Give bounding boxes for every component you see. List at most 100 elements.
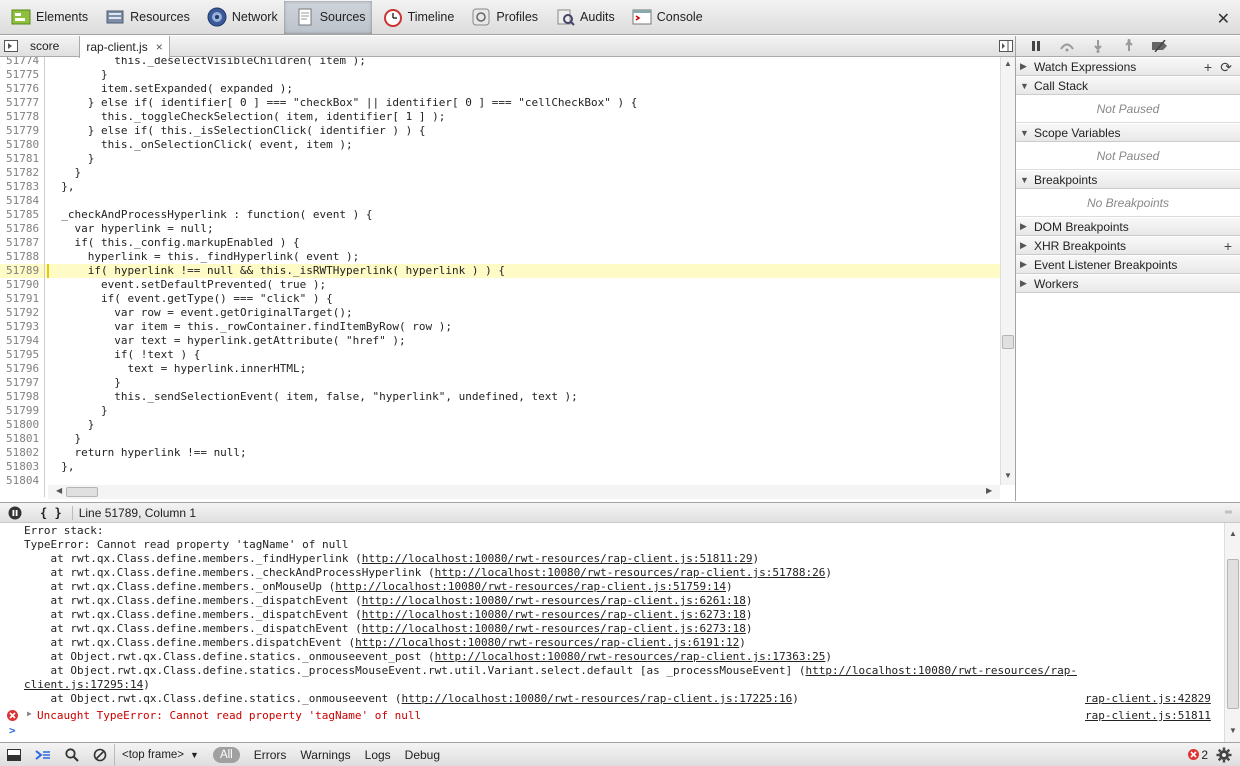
- pause-icon[interactable]: [1020, 36, 1051, 56]
- code-line[interactable]: 51779 } else if( this._isSelectionClick(…: [0, 124, 1000, 138]
- stack-frame-link[interactable]: http://localhost:10080/rwt-resources/rap…: [362, 608, 746, 621]
- code-line[interactable]: 51777 } else if( identifier[ 0 ] === "ch…: [0, 96, 1000, 110]
- line-number[interactable]: 51801: [0, 432, 42, 446]
- code-line[interactable]: 51802 return hyperlink !== null;: [0, 446, 1000, 460]
- step-out-icon[interactable]: [1113, 36, 1144, 56]
- line-number[interactable]: 51781: [0, 152, 42, 166]
- console-source-link[interactable]: rap-client.js:42829: [1085, 692, 1211, 706]
- code-line[interactable]: 51801 }: [0, 432, 1000, 446]
- line-number[interactable]: 51794: [0, 334, 42, 348]
- pane-watch-expressions[interactable]: ▶ Watch Expressions + ⟳: [1016, 57, 1240, 76]
- pane-workers[interactable]: ▶ Workers: [1016, 274, 1240, 293]
- stack-frame-link[interactable]: http://localhost:10080/rwt-resources/rap…: [362, 594, 746, 607]
- line-number[interactable]: 51796: [0, 362, 42, 376]
- code-line[interactable]: 51787 if( this._config.markupEnabled ) {: [0, 236, 1000, 250]
- pane-breakpoints[interactable]: ▼ Breakpoints: [1016, 170, 1240, 189]
- line-number[interactable]: 51792: [0, 306, 42, 320]
- expand-error-icon[interactable]: ▶: [27, 709, 32, 718]
- line-number[interactable]: 51780: [0, 138, 42, 152]
- line-number[interactable]: 51786: [0, 222, 42, 236]
- editor-horizontal-scrollbar[interactable]: ◀ ▶: [48, 485, 1000, 499]
- dock-toggle-icon[interactable]: [0, 744, 28, 766]
- step-into-icon[interactable]: [1082, 36, 1113, 56]
- scroll-down-icon[interactable]: ▼: [1229, 726, 1237, 735]
- code-line[interactable]: 51776 item.setExpanded( expanded );: [0, 82, 1000, 96]
- line-number[interactable]: 51802: [0, 446, 42, 460]
- code-line[interactable]: 51782 }: [0, 166, 1000, 180]
- stack-frame-link[interactable]: http://localhost:10080/rwt-resources/rap…: [805, 664, 1077, 677]
- code-line[interactable]: 51781 }: [0, 152, 1000, 166]
- settings-gear-icon[interactable]: [1212, 744, 1240, 766]
- code-line[interactable]: 51800 }: [0, 418, 1000, 432]
- code-line[interactable]: 51780 this._onSelectionClick( event, ite…: [0, 138, 1000, 152]
- line-number[interactable]: 51800: [0, 418, 42, 432]
- line-number[interactable]: 51787: [0, 236, 42, 250]
- editor-vertical-scrollbar[interactable]: ▲ ▼: [1000, 57, 1015, 485]
- pane-dom-breakpoints[interactable]: ▶ DOM Breakpoints: [1016, 217, 1240, 236]
- show-console-icon[interactable]: [28, 744, 58, 766]
- line-number[interactable]: 51777: [0, 96, 42, 110]
- code-line[interactable]: 51794 var text = hyperlink.getAttribute(…: [0, 334, 1000, 348]
- line-number[interactable]: 51782: [0, 166, 42, 180]
- pause-on-exceptions-icon[interactable]: [8, 506, 22, 520]
- close-icon[interactable]: ✕: [1217, 9, 1230, 29]
- pane-call-stack[interactable]: ▼ Call Stack: [1016, 76, 1240, 95]
- code-line[interactable]: 51774 this._deselectVisibleChildren( ite…: [0, 57, 1000, 68]
- deactivate-breakpoints-icon[interactable]: [1144, 36, 1175, 56]
- line-number[interactable]: 51799: [0, 404, 42, 418]
- console-output[interactable]: Error stack: TypeError: Cannot read prop…: [0, 523, 1224, 742]
- line-number[interactable]: 51797: [0, 376, 42, 390]
- filter-errors[interactable]: Errors: [247, 744, 294, 766]
- console-vscroll-thumb[interactable]: [1227, 559, 1239, 709]
- code-line[interactable]: 51784: [0, 194, 1000, 208]
- frame-select[interactable]: <top frame> ▼: [114, 743, 206, 766]
- line-number[interactable]: 51804: [0, 474, 42, 485]
- stack-frame-link[interactable]: http://localhost:10080/rwt-resources/rap…: [362, 622, 746, 635]
- scroll-right-icon[interactable]: ▶: [986, 486, 992, 495]
- code-line[interactable]: 51795 if( !text ) {: [0, 348, 1000, 362]
- pane-xhr-breakpoints[interactable]: ▶ XHR Breakpoints +: [1016, 236, 1240, 255]
- resize-grip-icon[interactable]: ═: [1225, 507, 1232, 518]
- filter-logs[interactable]: Logs: [358, 744, 398, 766]
- filter-warnings[interactable]: Warnings: [293, 744, 357, 766]
- code-line[interactable]: 51793 var item = this._rowContainer.find…: [0, 320, 1000, 334]
- scroll-left-icon[interactable]: ◀: [56, 486, 62, 495]
- code-line[interactable]: 51783 },: [0, 180, 1000, 194]
- tab-timeline[interactable]: Timeline: [372, 1, 461, 34]
- pretty-print-button[interactable]: { }: [40, 506, 62, 520]
- tab-profiles[interactable]: Profiles: [460, 1, 544, 34]
- line-number[interactable]: 51798: [0, 390, 42, 404]
- line-number[interactable]: 51803: [0, 460, 42, 474]
- code-line[interactable]: 51791 if( event.getType() === "click" ) …: [0, 292, 1000, 306]
- error-count-badge[interactable]: 2: [1181, 744, 1212, 766]
- line-number[interactable]: 51784: [0, 194, 42, 208]
- add-watch-button[interactable]: +: [1204, 59, 1212, 75]
- debugger-toggle-icon[interactable]: [997, 36, 1015, 57]
- scroll-up-icon[interactable]: ▲: [1004, 59, 1012, 68]
- tab-console[interactable]: Console: [621, 1, 709, 34]
- code-line[interactable]: 51790 event.setDefaultPrevented( true );: [0, 278, 1000, 292]
- scroll-up-icon[interactable]: ▲: [1229, 529, 1237, 538]
- stack-frame-link[interactable]: http://localhost:10080/rwt-resources/rap…: [362, 552, 753, 565]
- console-source-link[interactable]: rap-client.js:51811: [1085, 709, 1211, 723]
- code-line[interactable]: 51803 },: [0, 460, 1000, 474]
- editor-vscroll-thumb[interactable]: [1002, 335, 1014, 349]
- tab-audits[interactable]: Audits: [544, 1, 621, 34]
- navigator-toggle-icon[interactable]: [0, 36, 22, 57]
- stack-frame-link[interactable]: http://localhost:10080/rwt-resources/rap…: [335, 580, 726, 593]
- pane-scope-variables[interactable]: ▼ Scope Variables: [1016, 123, 1240, 142]
- code-line[interactable]: 51798 this._sendSelectionEvent( item, fa…: [0, 390, 1000, 404]
- code-line[interactable]: 51796 text = hyperlink.innerHTML;: [0, 362, 1000, 376]
- tab-score[interactable]: score: [22, 36, 79, 57]
- line-number[interactable]: 51785: [0, 208, 42, 222]
- tab-close-icon[interactable]: ×: [156, 40, 163, 54]
- line-number[interactable]: 51790: [0, 278, 42, 292]
- filter-all[interactable]: All: [206, 744, 247, 766]
- line-number[interactable]: 51789: [0, 264, 42, 278]
- code-line[interactable]: 51778 this._toggleCheckSelection( item, …: [0, 110, 1000, 124]
- line-number[interactable]: 51776: [0, 82, 42, 96]
- code-line[interactable]: 51788 hyperlink = this._findHyperlink( e…: [0, 250, 1000, 264]
- line-number[interactable]: 51783: [0, 180, 42, 194]
- line-number[interactable]: 51791: [0, 292, 42, 306]
- line-number[interactable]: 51774: [0, 57, 42, 68]
